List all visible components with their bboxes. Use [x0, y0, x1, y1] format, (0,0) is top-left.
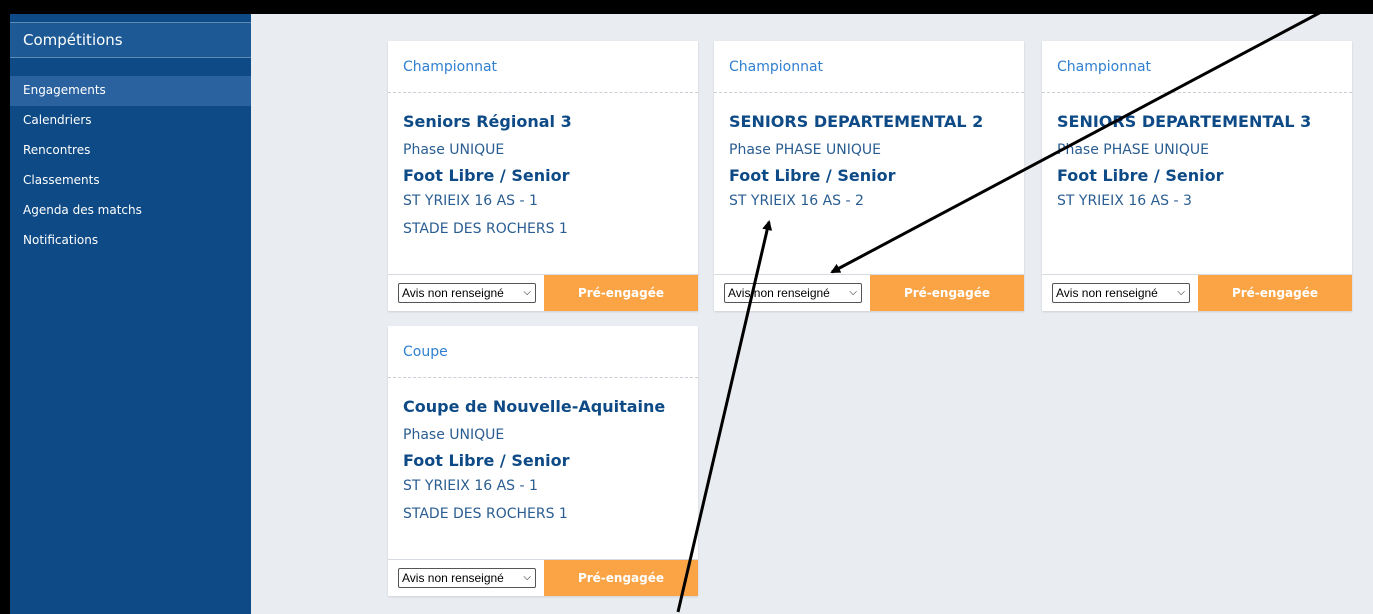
phase-label: Phase UNIQUE — [403, 142, 505, 158]
sidebar-title: Compétitions — [10, 22, 251, 58]
sidebar-item-rencontres[interactable]: Rencontres — [10, 136, 251, 166]
card-footer: Avis non renseigné ⌵ Pré-engagée — [388, 559, 698, 596]
chevron-down-icon: ⌵ — [849, 287, 857, 298]
phase-label: Phase PHASE UNIQUE — [729, 142, 881, 158]
engagement-card: Coupe Coupe de Nouvelle-Aquitaine Phase … — [388, 326, 698, 596]
card-body: SENIORS DEPARTEMENTAL 2 Phase PHASE UNIQ… — [714, 93, 1024, 274]
card-body: Seniors Régional 3 Phase UNIQUE Foot Lib… — [388, 93, 698, 274]
competition-name: SENIORS DEPARTEMENTAL 2 — [729, 112, 984, 131]
team-name: ST YRIEIX 16 AS - 3 — [1057, 193, 1192, 209]
app-frame: Compétitions Engagements Calendriers Ren… — [10, 14, 1373, 614]
engagement-card: Championnat SENIORS DEPARTEMENTAL 2 Phas… — [714, 41, 1024, 311]
card-type: Championnat — [714, 41, 1024, 93]
card-type: Championnat — [1042, 41, 1352, 93]
sidebar-item-engagements[interactable]: Engagements — [10, 76, 251, 106]
category-label: Foot Libre / Senior — [403, 451, 570, 470]
competition-name: SENIORS DEPARTEMENTAL 3 — [1057, 112, 1312, 131]
avis-select-value: Avis non renseigné — [728, 286, 830, 300]
status-button[interactable]: Pré-engagée — [544, 560, 698, 596]
card-footer: Avis non renseigné ⌵ Pré-engagée — [388, 274, 698, 311]
engagement-card: Championnat SENIORS DEPARTEMENTAL 3 Phas… — [1042, 41, 1352, 311]
sidebar-menu: Engagements Calendriers Rencontres Class… — [10, 76, 251, 256]
card-footer: Avis non renseigné ⌵ Pré-engagée — [1042, 274, 1352, 311]
competition-name: Coupe de Nouvelle-Aquitaine — [403, 397, 666, 416]
engagement-card: Championnat Seniors Régional 3 Phase UNI… — [388, 41, 698, 311]
card-body: Coupe de Nouvelle-Aquitaine Phase UNIQUE… — [388, 378, 698, 559]
competition-name: Seniors Régional 3 — [403, 112, 572, 131]
team-name: ST YRIEIX 16 AS - 1 — [403, 193, 538, 209]
phase-label: Phase UNIQUE — [403, 427, 505, 443]
sidebar-item-notifications[interactable]: Notifications — [10, 226, 251, 256]
team-name: ST YRIEIX 16 AS - 1 — [403, 478, 538, 494]
card-footer: Avis non renseigné ⌵ Pré-engagée — [714, 274, 1024, 311]
avis-select[interactable]: Avis non renseigné ⌵ — [398, 283, 536, 303]
team-name: ST YRIEIX 16 AS - 2 — [729, 193, 864, 209]
card-body: SENIORS DEPARTEMENTAL 3 Phase PHASE UNIQ… — [1042, 93, 1352, 274]
sidebar-item-agenda-des-matchs[interactable]: Agenda des matchs — [10, 196, 251, 226]
avis-select-value: Avis non renseigné — [402, 571, 504, 585]
phase-label: Phase PHASE UNIQUE — [1057, 142, 1209, 158]
avis-select[interactable]: Avis non renseigné ⌵ — [1052, 283, 1190, 303]
stadium-name: STADE DES ROCHERS 1 — [403, 506, 568, 522]
avis-select[interactable]: Avis non renseigné ⌵ — [398, 568, 536, 588]
sidebar-item-classements[interactable]: Classements — [10, 166, 251, 196]
status-button[interactable]: Pré-engagée — [1198, 275, 1352, 311]
status-button[interactable]: Pré-engagée — [544, 275, 698, 311]
avis-select[interactable]: Avis non renseigné ⌵ — [724, 283, 862, 303]
card-type: Championnat — [388, 41, 698, 93]
chevron-down-icon: ⌵ — [523, 572, 531, 583]
category-label: Foot Libre / Senior — [403, 166, 570, 185]
chevron-down-icon: ⌵ — [523, 287, 531, 298]
avis-select-value: Avis non renseigné — [1056, 286, 1158, 300]
sidebar-item-calendriers[interactable]: Calendriers — [10, 106, 251, 136]
sidebar: Compétitions Engagements Calendriers Ren… — [10, 14, 251, 614]
chevron-down-icon: ⌵ — [1177, 287, 1185, 298]
status-button[interactable]: Pré-engagée — [870, 275, 1024, 311]
category-label: Foot Libre / Senior — [1057, 166, 1224, 185]
category-label: Foot Libre / Senior — [729, 166, 896, 185]
card-type: Coupe — [388, 326, 698, 378]
avis-select-value: Avis non renseigné — [402, 286, 504, 300]
stadium-name: STADE DES ROCHERS 1 — [403, 221, 568, 237]
